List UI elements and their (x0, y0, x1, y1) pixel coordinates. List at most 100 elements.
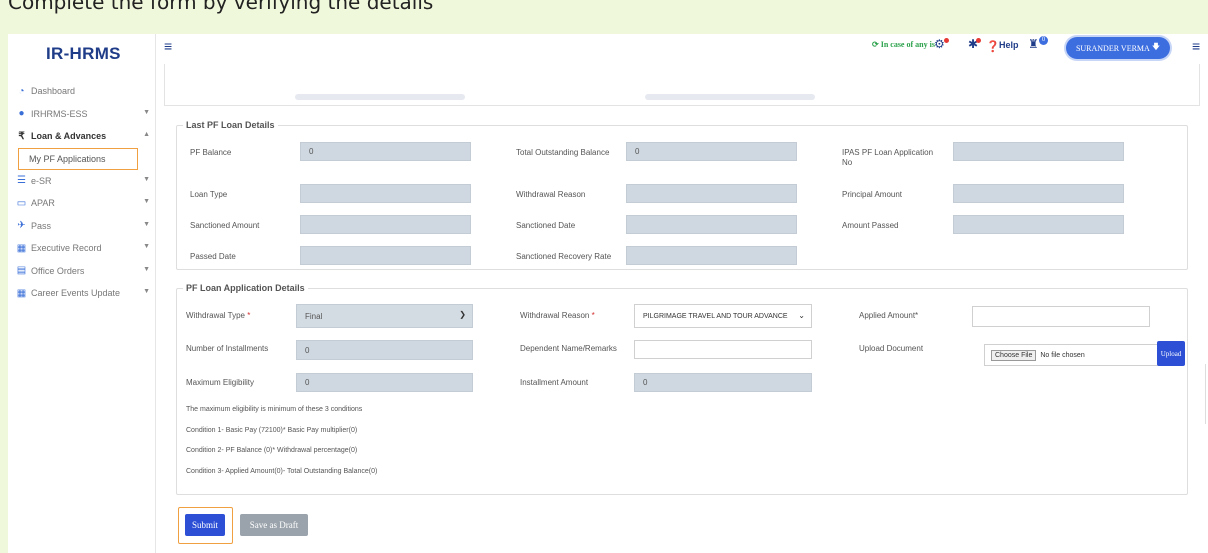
user-name: SURANDER VERMA (1075, 43, 1150, 53)
sidebar-item-loan-advances[interactable]: ₹ Loan & Advances ▲ (14, 125, 154, 148)
passed-date-field (300, 246, 471, 265)
required-marker: * (247, 311, 251, 320)
sidebar-item-label: e-SR (31, 175, 52, 186)
chevron-down-icon: ❯ (459, 310, 466, 319)
sidebar-item-label: Loan & Advances (31, 131, 107, 142)
loan-type-field (300, 184, 471, 203)
choose-file-button[interactable]: Choose File (991, 349, 1037, 361)
chevron-down-icon: ▼ (143, 175, 150, 183)
pf-balance-label: PF Balance (190, 148, 232, 157)
sidebar-item-dashboard[interactable]: ◔ Dashboard (14, 80, 154, 103)
withdrawal-reason-value: PILGRIMAGE TRAVEL AND TOUR ADVANCE (643, 312, 788, 320)
submit-button[interactable]: Submit (185, 514, 225, 536)
total-outstanding-label: Total Outstanding Balance (516, 148, 610, 157)
withdrawal-type-value: Final (305, 311, 323, 321)
chevron-down-icon: ▼ (143, 198, 150, 205)
withdrawal-reason-label: Withdrawal Reason (516, 190, 586, 199)
save-as-draft-button[interactable]: Save as Draft (240, 514, 308, 536)
help-link[interactable]: Help (999, 40, 1019, 50)
recovery-rate-label: Sanctioned Recovery Rate (516, 252, 612, 261)
dependent-name-input[interactable] (634, 340, 812, 359)
withdrawal-reason-text: Withdrawal Reason (520, 311, 590, 320)
applied-amount-input[interactable] (972, 306, 1150, 327)
dashboard-icon: ◔ (18, 85, 25, 97)
ipas-application-field (953, 142, 1124, 161)
eligibility-note: The maximum eligibility is minimum of th… (186, 406, 363, 413)
sidebar-item-label: My PF Applications (29, 153, 106, 164)
chevron-down-icon: ⌄ (798, 311, 805, 320)
banner-text: Complete the form by verifying the detai… (8, 0, 434, 14)
plane-icon: ✈ (17, 220, 26, 232)
help-icon[interactable]: ❓ (986, 40, 1000, 53)
dependent-name-label: Dependent Name/Remarks (520, 344, 617, 353)
amount-passed-label: Amount Passed (842, 221, 899, 230)
condition-2-note: Condition 2- PF Balance (0)* Withdrawal … (186, 447, 358, 454)
building-icon[interactable]: ♜ (1028, 37, 1039, 51)
file-input[interactable]: Choose File No file chosen (984, 344, 1162, 366)
withdrawal-reason-select[interactable]: PILGRIMAGE TRAVEL AND TOUR ADVANCE ⌄ (634, 304, 812, 328)
table-icon: ▦ (16, 287, 27, 299)
max-eligibility-field: 0 (296, 373, 473, 392)
arrow-down-icon: 🡇 (1151, 42, 1161, 51)
user-menu-button[interactable]: SURANDER VERMA 🡇 (1066, 37, 1170, 59)
sidebar-item-career-events-update[interactable]: ▦ Career Events Update ▼ (14, 282, 154, 305)
chevron-down-icon: ▼ (143, 243, 150, 250)
sidebar-item-label: Career Events Update (31, 288, 121, 299)
chevron-down-icon: ▼ (143, 288, 150, 295)
withdrawal-type-label: Withdrawal Type * (186, 311, 250, 321)
file-status: No file chosen (1040, 351, 1085, 359)
right-menu-icon[interactable]: ≡ (1192, 38, 1200, 54)
scrollbar[interactable] (1202, 364, 1206, 424)
sanctioned-date-field (626, 215, 797, 234)
sidebar-item-label: Executive Record (31, 243, 102, 254)
helpline-link[interactable]: ⟳ In case of any is (872, 40, 935, 49)
sidebar-item-esr[interactable]: ☰ e-SR ▼ (14, 170, 154, 193)
sidebar-item-label: Dashboard (31, 86, 76, 97)
rupee-icon: ₹ (18, 130, 25, 142)
applied-amount-label: Applied Amount* (859, 311, 919, 320)
upload-button[interactable]: Upload (1157, 341, 1185, 366)
sidebar-item-label: Pass (31, 220, 52, 231)
principal-amount-field (953, 184, 1124, 203)
installment-amount-field: 0 (634, 373, 812, 392)
notification-dot (944, 38, 949, 43)
withdrawal-type-text: Withdrawal Type (186, 311, 245, 320)
sidebar-item-pass[interactable]: ✈ Pass ▼ (14, 215, 154, 238)
sidebar-item-my-pf-applications[interactable]: My PF Applications (18, 147, 138, 170)
required-marker: * (591, 311, 595, 320)
main-content: Last PF Loan Details PF Balance 0 Total … (156, 64, 1208, 553)
recovery-rate-field (626, 246, 797, 265)
sidebar-item-apar[interactable]: ▭ APAR ▼ (14, 192, 154, 215)
upload-document-label: Upload Document (859, 344, 924, 353)
app-window: IR-HRMS ◔ Dashboard ● IRHRMS-ESS ▼ ₹ Loa… (8, 34, 1208, 553)
sanctioned-amount-label: Sanctioned Amount (190, 221, 260, 230)
max-eligibility-label: Maximum Eligibility (186, 378, 255, 387)
condition-1-note: Condition 1- Basic Pay (72100)* Basic Pa… (186, 427, 358, 434)
user-icon: ● (18, 108, 25, 120)
database-icon: ☰ (17, 175, 26, 187)
section-title: PF Loan Application Details (186, 283, 305, 293)
installment-amount-label: Installment Amount (520, 378, 589, 387)
chevron-down-icon: ▼ (143, 265, 150, 273)
installments-label: Number of Installments (186, 344, 269, 353)
sidebar-item-irhrms-ess[interactable]: ● IRHRMS-ESS ▼ (14, 103, 154, 126)
total-outstanding-field: 0 (626, 142, 797, 161)
sanctioned-date-label: Sanctioned Date (516, 221, 576, 230)
instruction-banner: Complete the form by verifying the detai… (0, 0, 1208, 34)
withdrawal-reason-field (626, 184, 797, 203)
file-icon: ▤ (16, 265, 27, 277)
helpline-text: In case of any is (880, 40, 935, 49)
withdrawal-type-select[interactable]: Final ❯ (296, 304, 473, 328)
pf-balance-field: 0 (300, 142, 471, 161)
section-title: Last PF Loan Details (186, 120, 275, 130)
chevron-down-icon: ▼ (143, 108, 150, 116)
hamburger-menu-icon[interactable]: ≡ (164, 38, 172, 54)
loan-type-label: Loan Type (190, 190, 228, 199)
placeholder-bar (295, 94, 465, 100)
amount-passed-field (953, 215, 1124, 234)
installments-field: 0 (296, 340, 473, 360)
sidebar-item-executive-record[interactable]: ▦ Executive Record ▼ (14, 237, 154, 260)
card-icon: ▭ (16, 197, 27, 209)
sidebar-item-office-orders[interactable]: ▤ Office Orders ▼ (14, 260, 154, 283)
table-icon: ▦ (16, 242, 27, 254)
